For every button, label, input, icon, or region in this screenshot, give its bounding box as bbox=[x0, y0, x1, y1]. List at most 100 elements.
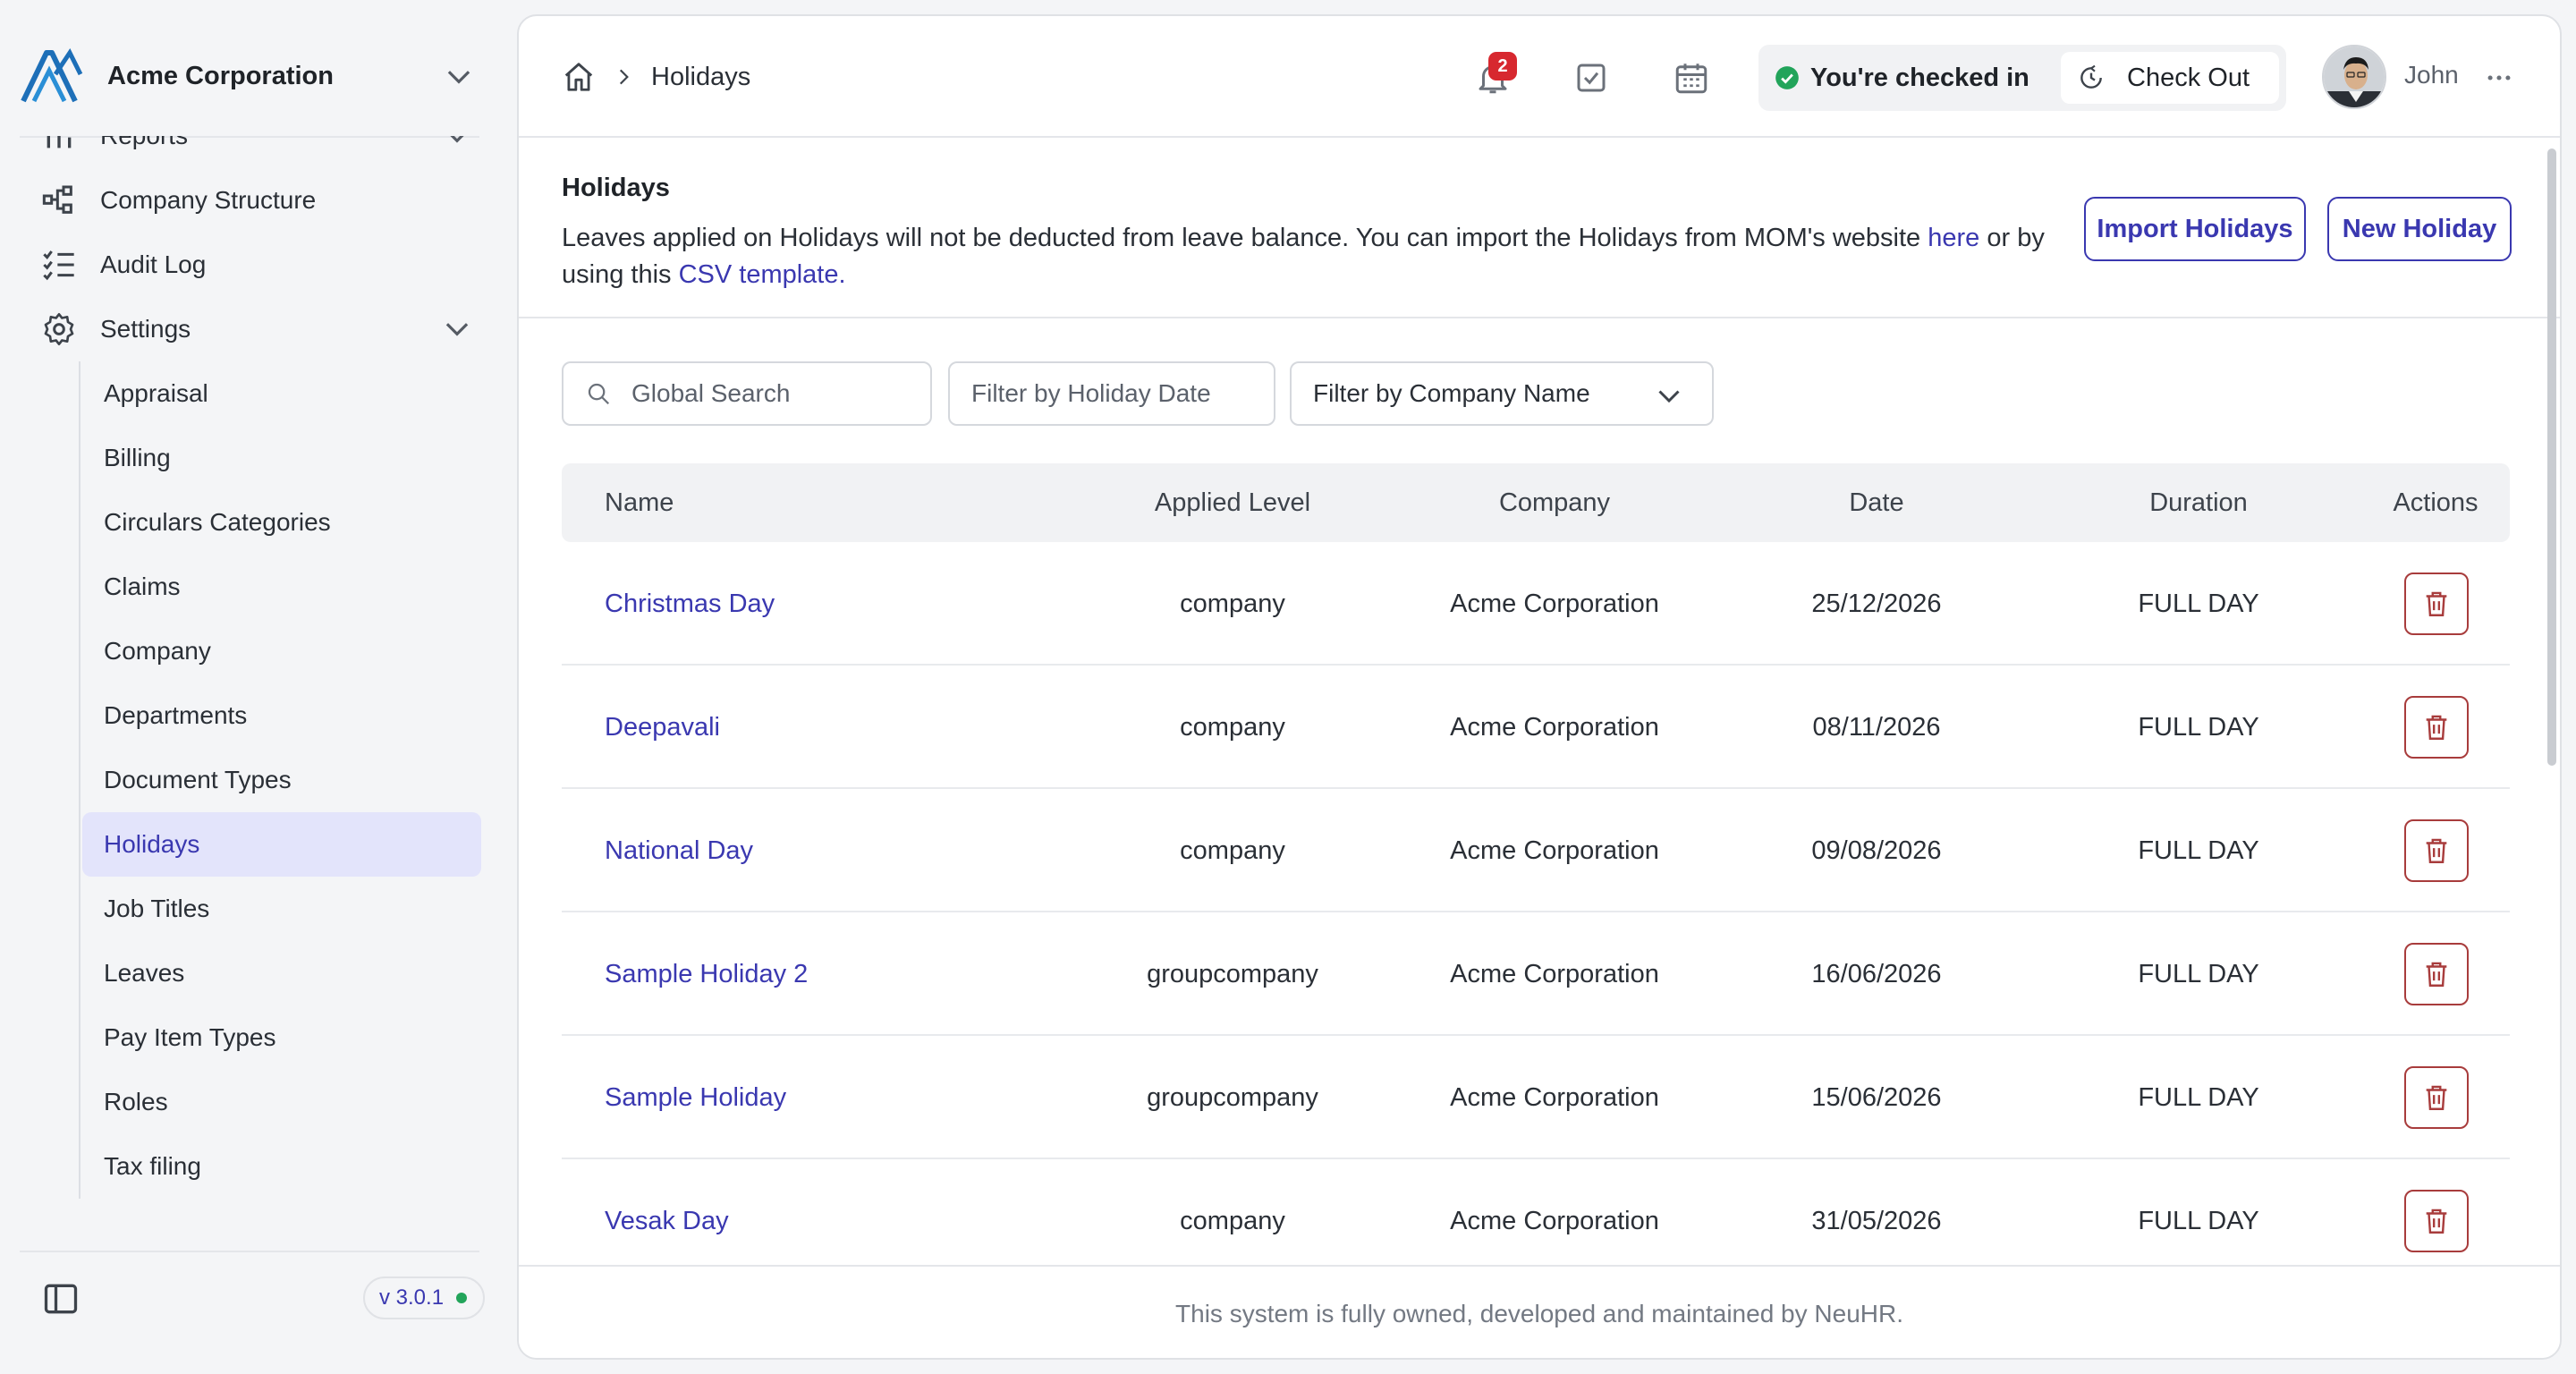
sidebar-subitem-departments[interactable]: Departments bbox=[82, 683, 479, 748]
applied-level-cell: company bbox=[1180, 835, 1285, 865]
footer: This system is fully owned, developed an… bbox=[519, 1265, 2560, 1358]
holiday-name-link[interactable]: Deepavali bbox=[605, 666, 720, 789]
check-out-button[interactable]: Check Out bbox=[2061, 52, 2279, 104]
column-header-duration: Duration bbox=[2149, 488, 2248, 517]
holiday-name-link[interactable]: Christmas Day bbox=[605, 542, 775, 666]
notification-badge: 2 bbox=[1488, 52, 1517, 81]
divider bbox=[20, 1251, 479, 1252]
sidebar-subitem-circulars-categories[interactable]: Circulars Categories bbox=[82, 490, 479, 555]
company-cell: Acme Corporation bbox=[1450, 589, 1659, 618]
delete-button[interactable] bbox=[2404, 1066, 2469, 1129]
import-holidays-button[interactable]: Import Holidays bbox=[2084, 197, 2306, 261]
holiday-date-filter[interactable]: Filter by Holiday Date bbox=[948, 361, 1275, 426]
company-name: Acme Corporation bbox=[107, 61, 334, 90]
company-cell: Acme Corporation bbox=[1450, 712, 1659, 742]
company-name-filter[interactable]: Filter by Company Name bbox=[1290, 361, 1714, 426]
sidebar-subitem-leaves[interactable]: Leaves bbox=[82, 941, 479, 1005]
sidebar-toggle-icon[interactable] bbox=[41, 1279, 80, 1319]
sidebar-item-label: Audit Log bbox=[100, 250, 207, 278]
holiday-name-link[interactable]: Sample Holiday 2 bbox=[605, 912, 808, 1036]
sidebar-subitem-company[interactable]: Company bbox=[82, 619, 479, 683]
sidebar-subitem-appraisal[interactable]: Appraisal bbox=[82, 361, 479, 426]
csv-template-link[interactable]: CSV template. bbox=[679, 260, 846, 289]
company-cell: Acme Corporation bbox=[1450, 959, 1659, 988]
sidebar-subitem-pay-item-types[interactable]: Pay Item Types bbox=[82, 1005, 479, 1070]
sidebar-subitem-billing[interactable]: Billing bbox=[82, 426, 479, 490]
more-horizontal-icon[interactable] bbox=[2483, 63, 2515, 93]
duration-cell: FULL DAY bbox=[2138, 589, 2259, 618]
chevron-down-icon bbox=[450, 136, 464, 143]
sidebar-item-label: Reports bbox=[100, 136, 188, 150]
chevron-down-icon[interactable] bbox=[440, 311, 474, 345]
home-icon[interactable] bbox=[562, 60, 596, 94]
applied-level-cell: groupcompany bbox=[1147, 1082, 1318, 1112]
check-circle-icon bbox=[1775, 66, 1799, 89]
company-switcher[interactable]: Acme Corporation bbox=[20, 45, 476, 107]
holiday-name-link[interactable]: National Day bbox=[605, 789, 753, 912]
sidebar-subitem-job-titles[interactable]: Job Titles bbox=[82, 877, 479, 941]
date-cell: 15/06/2026 bbox=[1811, 1082, 1942, 1112]
user-photo-icon bbox=[2324, 47, 2385, 107]
column-header-date[interactable]: Date bbox=[1742, 463, 2011, 542]
trash-icon bbox=[2426, 715, 2447, 740]
delete-button[interactable] bbox=[2404, 572, 2469, 635]
sidebar-subitem-claims[interactable]: Claims bbox=[82, 555, 479, 619]
duration-cell: FULL DAY bbox=[2138, 712, 2259, 742]
column-header-name[interactable]: Name bbox=[605, 463, 674, 542]
delete-button[interactable] bbox=[2404, 943, 2469, 1005]
checkin-status-text: You're checked in bbox=[1810, 63, 2029, 92]
trash-icon bbox=[2426, 591, 2447, 616]
sidebar-item-reports[interactable]: Reports bbox=[0, 136, 497, 168]
calendar-icon[interactable] bbox=[1673, 59, 1710, 97]
sidebar-item-label: Company Structure bbox=[100, 186, 317, 214]
mom-website-link[interactable]: here bbox=[1928, 224, 1979, 252]
checklist-icon bbox=[43, 250, 74, 281]
holiday-name-link[interactable]: Sample Holiday bbox=[605, 1036, 786, 1159]
sidebar-subitem-holidays[interactable]: Holidays bbox=[82, 812, 481, 877]
sidebar-subitem-document-types[interactable]: Document Types bbox=[82, 748, 479, 812]
chevron-down-icon[interactable] bbox=[442, 59, 476, 93]
table-body: Christmas Day company Acme Corporation 2… bbox=[562, 542, 2510, 1283]
page-description: Leaves applied on Holidays will not be d… bbox=[562, 220, 2082, 293]
global-search-input[interactable]: Global Search bbox=[562, 361, 932, 426]
settings-submenu: Appraisal Billing Circulars Categories C… bbox=[79, 361, 497, 1199]
table-row: Christmas Day company Acme Corporation 2… bbox=[562, 542, 2510, 666]
sidebar-subitem-roles[interactable]: Roles bbox=[82, 1070, 479, 1134]
date-cell: 16/06/2026 bbox=[1811, 959, 1942, 988]
company-cell: Acme Corporation bbox=[1450, 835, 1659, 865]
reports-icon bbox=[47, 136, 72, 148]
scrollbar[interactable] bbox=[2547, 148, 2556, 766]
date-cell: 08/11/2026 bbox=[1812, 712, 1941, 742]
clock-rotate-icon bbox=[2080, 64, 2102, 89]
trash-icon bbox=[2426, 838, 2447, 863]
trash-icon bbox=[2426, 1085, 2447, 1110]
trash-icon bbox=[2426, 1209, 2447, 1234]
trash-icon bbox=[2426, 962, 2447, 987]
hierarchy-icon bbox=[42, 185, 72, 214]
sidebar-item-company-structure[interactable]: Company Structure bbox=[0, 168, 497, 233]
sidebar-item-audit-log[interactable]: Audit Log bbox=[0, 233, 497, 297]
column-header-applied-level[interactable]: Applied Level bbox=[1098, 463, 1367, 542]
page-intro: Holidays Leaves applied on Holidays will… bbox=[519, 140, 2560, 318]
delete-button[interactable] bbox=[2404, 696, 2469, 759]
sidebar-item-settings[interactable]: Settings bbox=[0, 297, 497, 361]
table-row: National Day company Acme Corporation 09… bbox=[562, 789, 2510, 912]
new-holiday-button[interactable]: New Holiday bbox=[2327, 197, 2512, 261]
user-name[interactable]: John bbox=[2404, 61, 2459, 89]
version-text: v 3.0.1 bbox=[379, 1285, 445, 1310]
delete-button[interactable] bbox=[2404, 1190, 2469, 1252]
sidebar-subitem-tax-filing[interactable]: Tax filing bbox=[82, 1134, 479, 1199]
search-icon bbox=[588, 383, 610, 405]
date-filter-placeholder: Filter by Holiday Date bbox=[971, 379, 1211, 407]
company-cell: Acme Corporation bbox=[1450, 1082, 1659, 1112]
version-badge: v 3.0.1 bbox=[363, 1276, 486, 1319]
task-check-icon[interactable] bbox=[1572, 59, 1610, 97]
column-header-company[interactable]: Company bbox=[1420, 463, 1689, 542]
applied-level-cell: company bbox=[1180, 589, 1285, 618]
avatar[interactable] bbox=[2322, 45, 2386, 109]
gear-icon bbox=[44, 313, 74, 345]
table-row: Sample Holiday groupcompany Acme Corpora… bbox=[562, 1036, 2510, 1159]
delete-button[interactable] bbox=[2404, 819, 2469, 882]
date-cell: 09/08/2026 bbox=[1811, 835, 1942, 865]
search-placeholder: Global Search bbox=[631, 379, 791, 407]
